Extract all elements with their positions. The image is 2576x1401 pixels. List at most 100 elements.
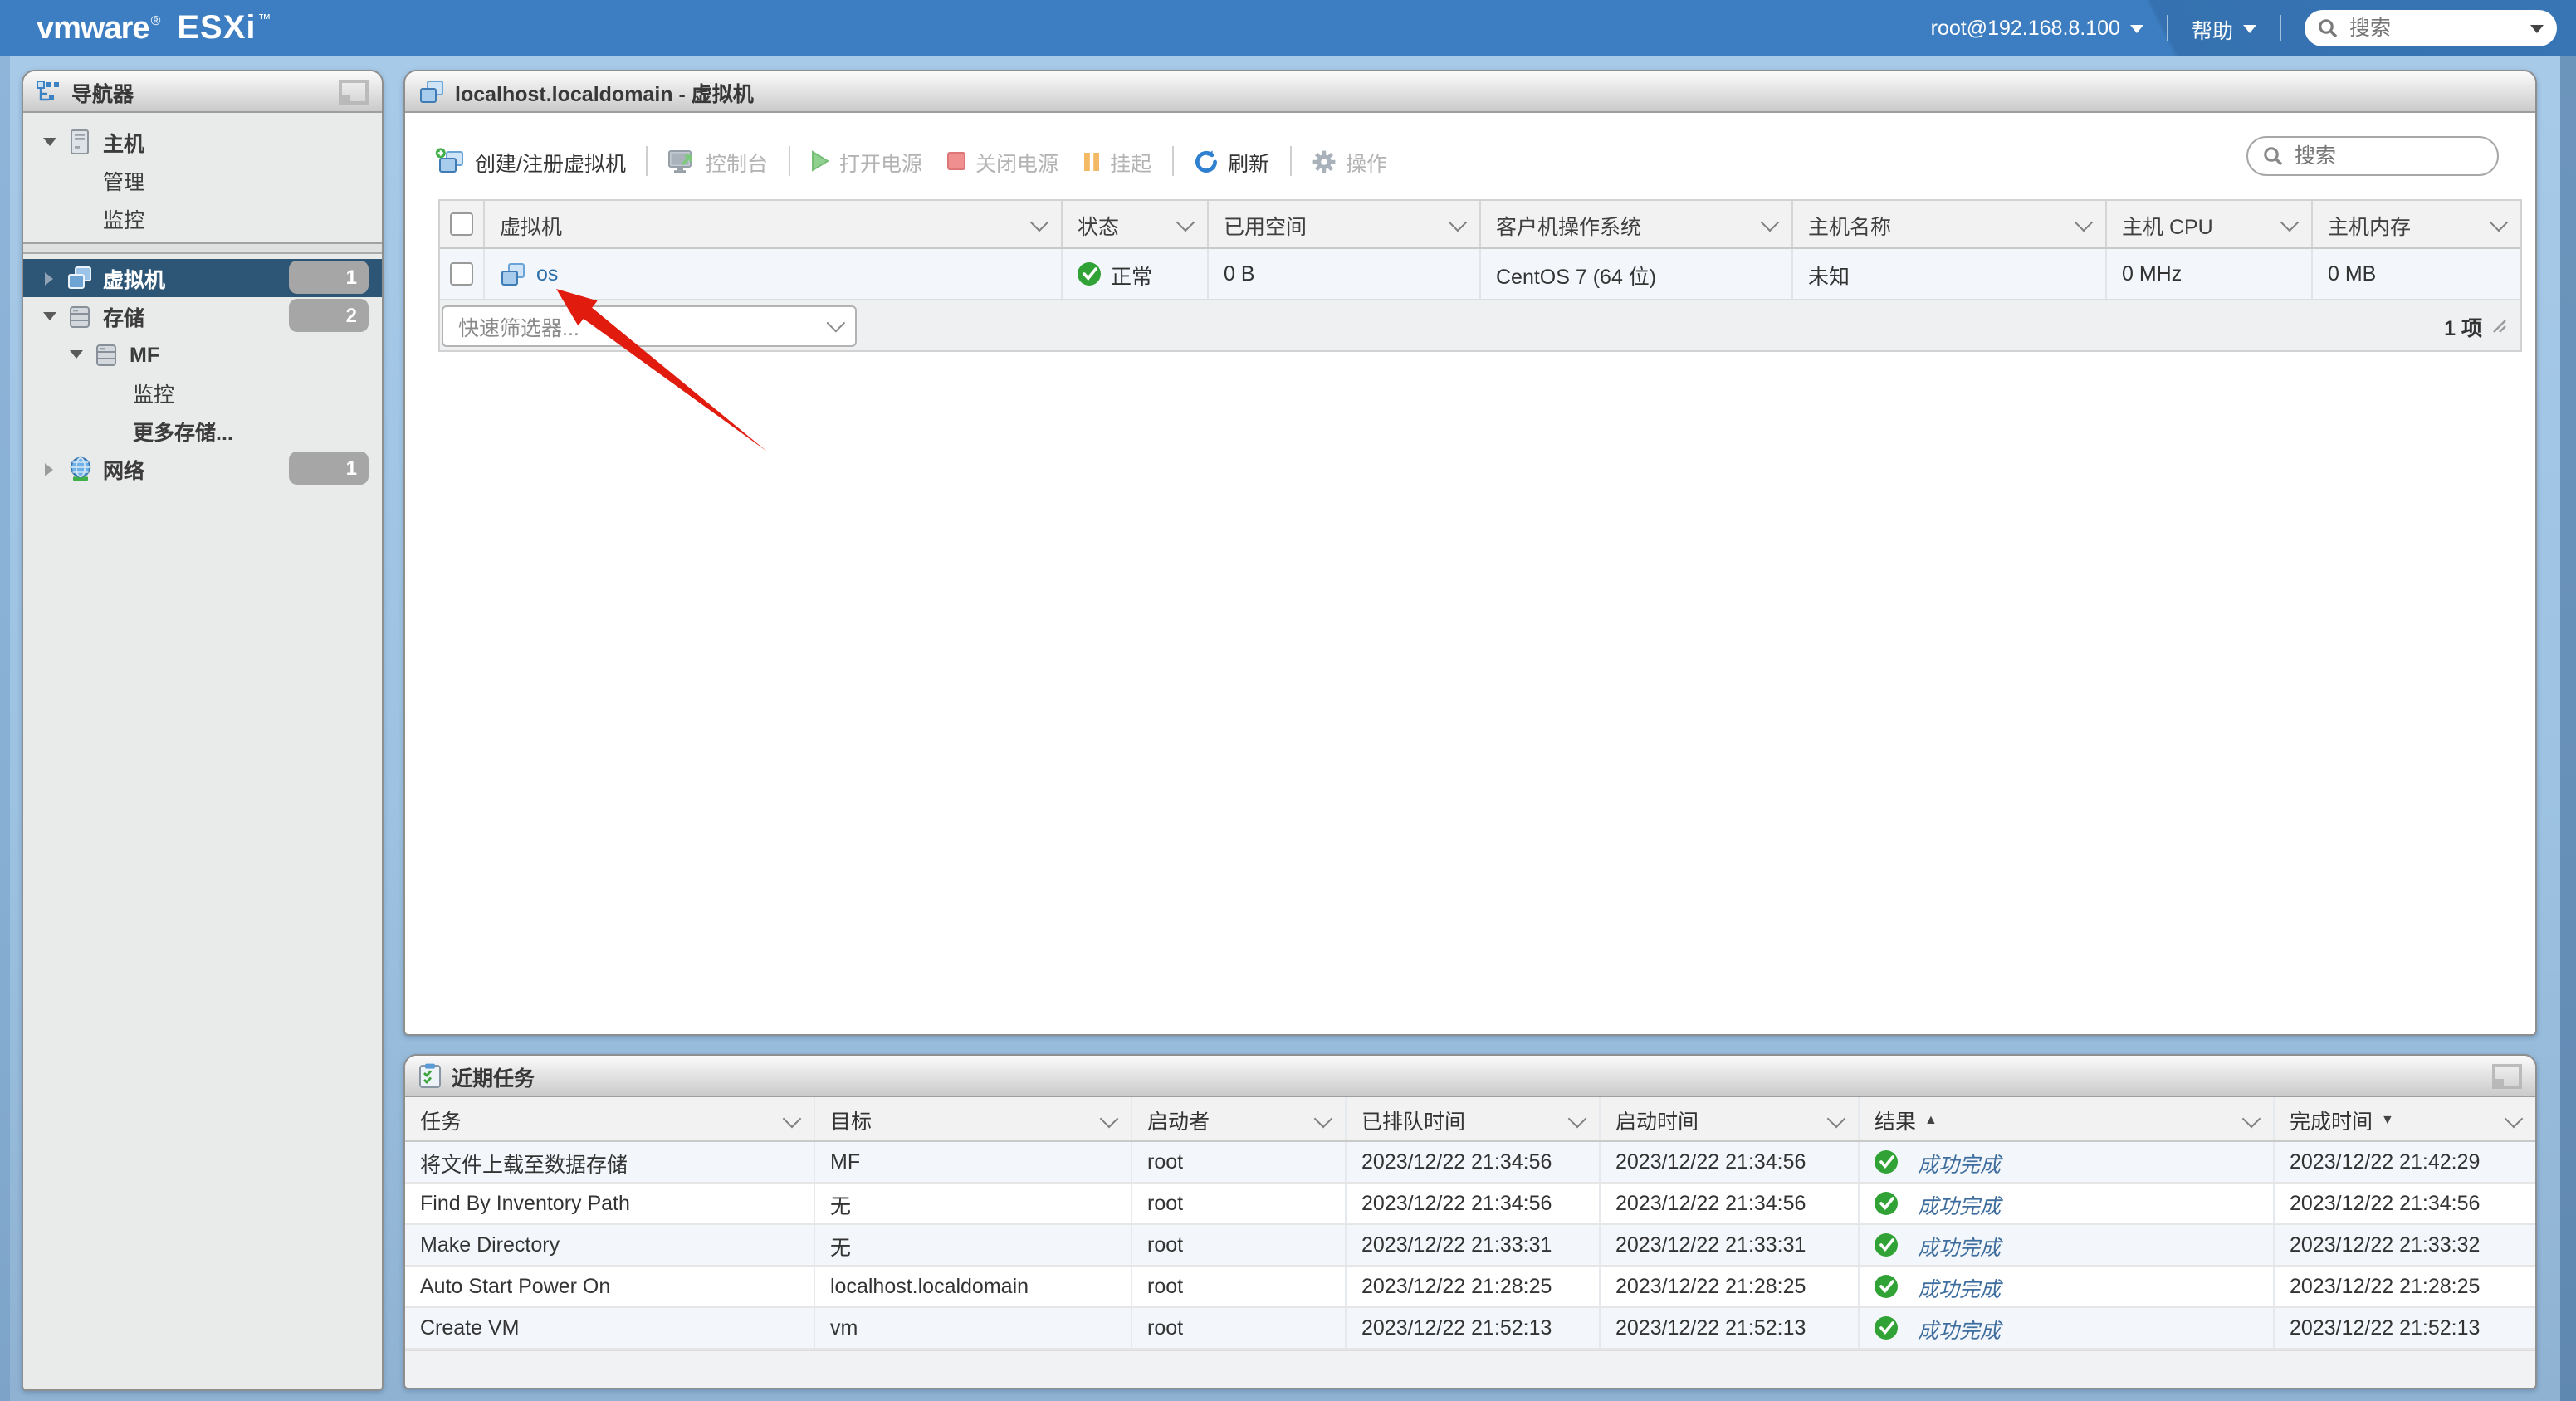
task-queued-cell: 2023/12/22 21:28:25 (1347, 1267, 1601, 1306)
toolbar-button-label: 创建/注册虚拟机 (475, 152, 626, 175)
sort-ascending-icon: ▲ (1924, 1111, 1938, 1126)
quick-filter-placeholder: 快速筛选器... (458, 316, 579, 339)
vm-used-space-cell: 0 B (1209, 249, 1481, 299)
task-initiator-cell: root (1132, 1225, 1347, 1265)
task-started-cell: 2023/12/22 21:33:31 (1601, 1225, 1860, 1265)
success-check-icon (1875, 1275, 1898, 1298)
task-row[interactable]: Auto Start Power On localhost.localdomai… (405, 1267, 2535, 1308)
sidebar-item-mf-monitor[interactable]: 监控 (23, 373, 382, 412)
actions-button[interactable]: 操作 (1311, 145, 1387, 177)
column-header-host-memory[interactable]: 主机内存 (2313, 201, 2520, 247)
column-menu-icon[interactable] (2241, 1109, 2261, 1129)
toolbar-button-label: 控制台 (705, 152, 768, 175)
column-header-completed[interactable]: 完成时间 ▼ (2275, 1097, 2535, 1140)
column-menu-icon[interactable] (1826, 1109, 1846, 1129)
column-menu-icon[interactable] (2280, 212, 2300, 232)
sidebar-item-label: 主机 (103, 133, 145, 156)
column-menu-icon[interactable] (2074, 212, 2094, 232)
task-completed-cell: 2023/12/22 21:34:56 (2290, 1192, 2481, 1215)
column-header-status[interactable]: 状态 (1063, 201, 1209, 247)
column-header-initiator[interactable]: 启动者 (1132, 1097, 1347, 1140)
user-menu[interactable]: root@192.168.8.100 (1931, 17, 2143, 40)
select-all-checkbox[interactable] (450, 212, 473, 236)
column-header-host-cpu[interactable]: 主机 CPU (2107, 201, 2313, 247)
sidebar-item-storage[interactable]: 存储 2 (23, 297, 382, 335)
toolbar-button-label: 打开电源 (839, 152, 923, 175)
caret-collapsed-icon[interactable] (45, 271, 53, 285)
recent-tasks-panel: 近期任务 任务 目标 启动者 已排队时间 启动时间 结果 ▲ 完成时间 ▼ 将文件上… (403, 1054, 2537, 1389)
vm-list-panel: localhost.localdomain - 虚拟机 创建/注册虚拟机 控制台… (403, 70, 2537, 1036)
vm-search-input[interactable] (2291, 143, 2482, 169)
column-menu-icon[interactable] (2489, 212, 2509, 232)
resize-grip-icon[interactable] (2490, 317, 2507, 334)
column-header-used-space[interactable]: 已用空间 (1209, 201, 1481, 247)
column-menu-icon[interactable] (782, 1109, 802, 1129)
toolbar-button-label: 挂起 (1110, 152, 1152, 175)
caret-collapsed-icon[interactable] (45, 462, 53, 476)
column-menu-icon[interactable] (1760, 212, 1780, 232)
sidebar-item-more-storage[interactable]: 更多存储... (23, 412, 382, 450)
sidebar-item-label: 网络 (103, 460, 145, 483)
task-result-text: 成功完成 (1918, 1153, 2002, 1176)
sidebar-item-host[interactable]: 主机 (23, 123, 382, 161)
sort-descending-icon: ▼ (2381, 1111, 2394, 1126)
task-result-cell: 成功完成 (1860, 1184, 2275, 1223)
column-menu-icon[interactable] (1099, 1109, 1119, 1129)
caret-expanded-icon[interactable] (70, 350, 83, 359)
recent-tasks-titlebar: 近期任务 (405, 1056, 2535, 1097)
caret-expanded-icon[interactable] (43, 138, 56, 146)
quick-filter-select[interactable]: 快速筛选器... (442, 305, 857, 346)
column-header-host-name[interactable]: 主机名称 (1793, 201, 2107, 247)
sidebar-item-host-manage[interactable]: 管理 (23, 161, 382, 199)
topbar-divider (2166, 15, 2168, 41)
caret-expanded-icon[interactable] (43, 312, 56, 320)
help-menu-label: 帮助 (2191, 19, 2233, 42)
create-register-vm-button[interactable]: 创建/注册虚拟机 (435, 145, 626, 177)
power-on-button[interactable]: 打开电源 (809, 145, 922, 177)
column-header-target[interactable]: 目标 (815, 1097, 1132, 1140)
navigator-divider (23, 242, 382, 254)
column-menu-icon[interactable] (1448, 212, 1468, 232)
help-menu[interactable]: 帮助 (2192, 12, 2256, 44)
column-menu-icon[interactable] (1313, 1109, 1333, 1129)
suspend-button[interactable]: 挂起 (1082, 145, 1151, 177)
column-menu-icon[interactable] (2504, 1109, 2524, 1129)
column-header-queued[interactable]: 已排队时间 (1347, 1097, 1601, 1140)
pin-panel-icon[interactable] (339, 79, 369, 104)
global-search-box[interactable] (2305, 10, 2557, 46)
power-off-button[interactable]: 关闭电源 (946, 145, 1058, 177)
refresh-button[interactable]: 刷新 (1193, 145, 1269, 177)
column-header-vm[interactable]: 虚拟机 (485, 201, 1063, 247)
sidebar-item-virtual-machines[interactable]: 虚拟机 1 (23, 259, 382, 297)
sidebar-item-datastore-mf[interactable]: MF (23, 335, 382, 373)
navigator-panel: 导航器 主机 管理 监控 虚拟机 1 存储 2 MF 监控 更多存储... 网络… (22, 70, 384, 1391)
expand-panel-icon[interactable] (2492, 1063, 2522, 1088)
console-button[interactable]: 控制台 (667, 145, 768, 177)
global-search-input[interactable] (2346, 15, 2522, 41)
task-row[interactable]: Make Directory 无 root 2023/12/22 21:33:3… (405, 1225, 2535, 1267)
logo-trademark: ™ (257, 11, 271, 26)
tasks-clipboard-icon (418, 1062, 442, 1089)
column-header-started[interactable]: 启动时间 (1601, 1097, 1860, 1140)
row-checkbox[interactable] (450, 262, 473, 286)
sidebar-item-host-monitor[interactable]: 监控 (23, 199, 382, 237)
column-header-result[interactable]: 结果 ▲ (1860, 1097, 2275, 1140)
task-target-cell: localhost.localdomain (815, 1267, 1132, 1306)
task-name-cell: Auto Start Power On (405, 1267, 815, 1306)
column-menu-icon[interactable] (1029, 212, 1049, 232)
search-scope-dropdown-icon[interactable] (2530, 24, 2544, 32)
vm-name-link[interactable]: os (536, 262, 558, 286)
sidebar-item-label: 虚拟机 (103, 269, 166, 292)
column-menu-icon[interactable] (1176, 212, 1195, 232)
column-header-guest-os[interactable]: 客户机操作系统 (1481, 201, 1793, 247)
task-row[interactable]: Create VM vm root 2023/12/22 21:52:13 20… (405, 1308, 2535, 1350)
column-header-task[interactable]: 任务 (405, 1097, 815, 1140)
sidebar-item-networking[interactable]: 网络 1 (23, 450, 382, 488)
vm-search-box[interactable] (2246, 136, 2499, 176)
column-menu-icon[interactable] (1567, 1109, 1587, 1129)
task-result-text: 成功完成 (1918, 1277, 2002, 1301)
vm-table-row[interactable]: os 正常 0 B CentOS 7 (64 位) 未知 0 MHz 0 MB (440, 249, 2520, 300)
task-row[interactable]: Find By Inventory Path 无 root 2023/12/22… (405, 1184, 2535, 1225)
toolbar-button-label: 刷新 (1228, 152, 1270, 175)
task-row[interactable]: 将文件上载至数据存储 MF root 2023/12/22 21:34:56 2… (405, 1142, 2535, 1184)
